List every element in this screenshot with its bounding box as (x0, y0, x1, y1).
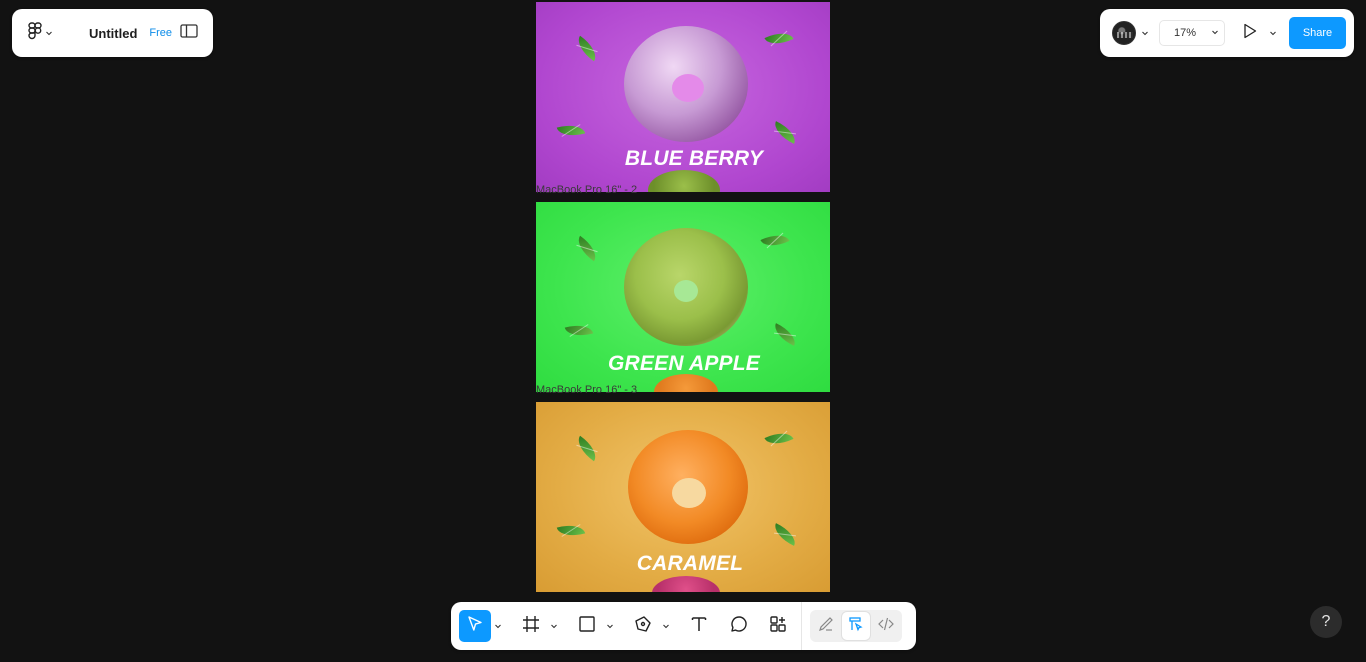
plan-badge[interactable]: Free (149, 27, 172, 39)
caramel-donut-image (628, 430, 748, 544)
frame-tool-button[interactable] (515, 610, 547, 642)
leaf-image (764, 27, 794, 50)
rectangle-icon (578, 615, 596, 638)
frame-icon (522, 615, 540, 638)
avatar[interactable] (1112, 21, 1136, 45)
text-icon (690, 615, 708, 638)
actions-icon (769, 615, 789, 638)
draw-mode-icon (818, 616, 834, 637)
dev-mode-icon (878, 616, 894, 637)
file-panel: Untitled Free (12, 9, 213, 57)
bottom-toolbar (451, 602, 916, 650)
leaf-image (760, 229, 790, 252)
peek-donut-image (654, 374, 718, 392)
sidebar-toggle-button[interactable] (177, 21, 201, 45)
pen-icon (633, 615, 653, 638)
frame-green-apple[interactable]: GREEN APPLE (536, 202, 830, 392)
leaf-image (770, 523, 800, 546)
pen-tool-button[interactable] (627, 610, 659, 642)
move-tool-menu[interactable] (491, 610, 505, 642)
frame-title: GREEN APPLE (608, 352, 760, 375)
frame-title: BLUE BERRY (624, 147, 764, 170)
chevron-down-icon (1269, 29, 1277, 37)
move-tool-button[interactable] (459, 610, 491, 642)
move-icon (466, 615, 484, 638)
leaf-image (556, 520, 586, 541)
leaf-image (770, 323, 800, 346)
shape-tool-menu[interactable] (603, 610, 617, 642)
leaf-image (572, 235, 602, 262)
present-button[interactable] (1243, 23, 1277, 44)
rectangle-tool-button[interactable] (571, 610, 603, 642)
frame-label[interactable]: MacBook Pro 16" - 2 (536, 184, 637, 196)
leaf-image (564, 320, 594, 341)
leaf-image (556, 120, 586, 141)
help-button[interactable]: ? (1310, 606, 1342, 638)
peek-donut-image (648, 170, 720, 192)
frame-label[interactable]: MacBook Pro 16" - 3 (536, 384, 637, 396)
chevron-down-icon (662, 617, 670, 635)
play-icon (1243, 23, 1257, 44)
draw-mode-button[interactable] (812, 612, 840, 640)
file-title[interactable]: Untitled (89, 26, 137, 41)
peek-donut-image (652, 576, 720, 592)
blueberry-donut-image (624, 26, 748, 142)
leaf-image (764, 427, 794, 450)
chevron-down-icon[interactable] (1141, 29, 1149, 37)
design-mode-icon (848, 616, 864, 637)
leaf-image (572, 435, 602, 462)
design-mode-button[interactable] (842, 612, 870, 640)
frame-title: CARAMEL (636, 552, 744, 575)
chevron-down-icon (494, 617, 502, 635)
frame-blue-berry[interactable]: BLUE BERRY (536, 2, 830, 192)
leaf-image (572, 35, 602, 62)
pen-tool-menu[interactable] (659, 610, 673, 642)
greenapple-donut-image (624, 228, 748, 346)
chevron-down-icon (45, 24, 53, 42)
frame-caramel[interactable]: CARAMEL (536, 402, 830, 592)
chevron-down-icon (550, 617, 558, 635)
chevron-down-icon (606, 617, 614, 635)
zoom-dropdown[interactable]: 17% (1159, 20, 1225, 46)
text-tool-button[interactable] (683, 610, 715, 642)
main-menu-button[interactable] (24, 18, 64, 48)
toolbar-divider (801, 602, 802, 650)
comment-tool-button[interactable] (723, 610, 755, 642)
dev-mode-button[interactable] (872, 612, 900, 640)
share-button[interactable]: Share (1289, 17, 1346, 49)
frame-tool-menu[interactable] (547, 610, 561, 642)
leaf-image (770, 121, 800, 144)
comment-icon (730, 615, 748, 638)
chevron-down-icon (1211, 27, 1219, 39)
zoom-value: 17% (1174, 27, 1197, 39)
figma-logo-icon (28, 21, 42, 45)
actions-tool-button[interactable] (763, 610, 795, 642)
header-right-panel: 17% Share (1100, 9, 1354, 57)
mode-switcher (810, 610, 902, 642)
sidebar-icon (180, 23, 198, 43)
